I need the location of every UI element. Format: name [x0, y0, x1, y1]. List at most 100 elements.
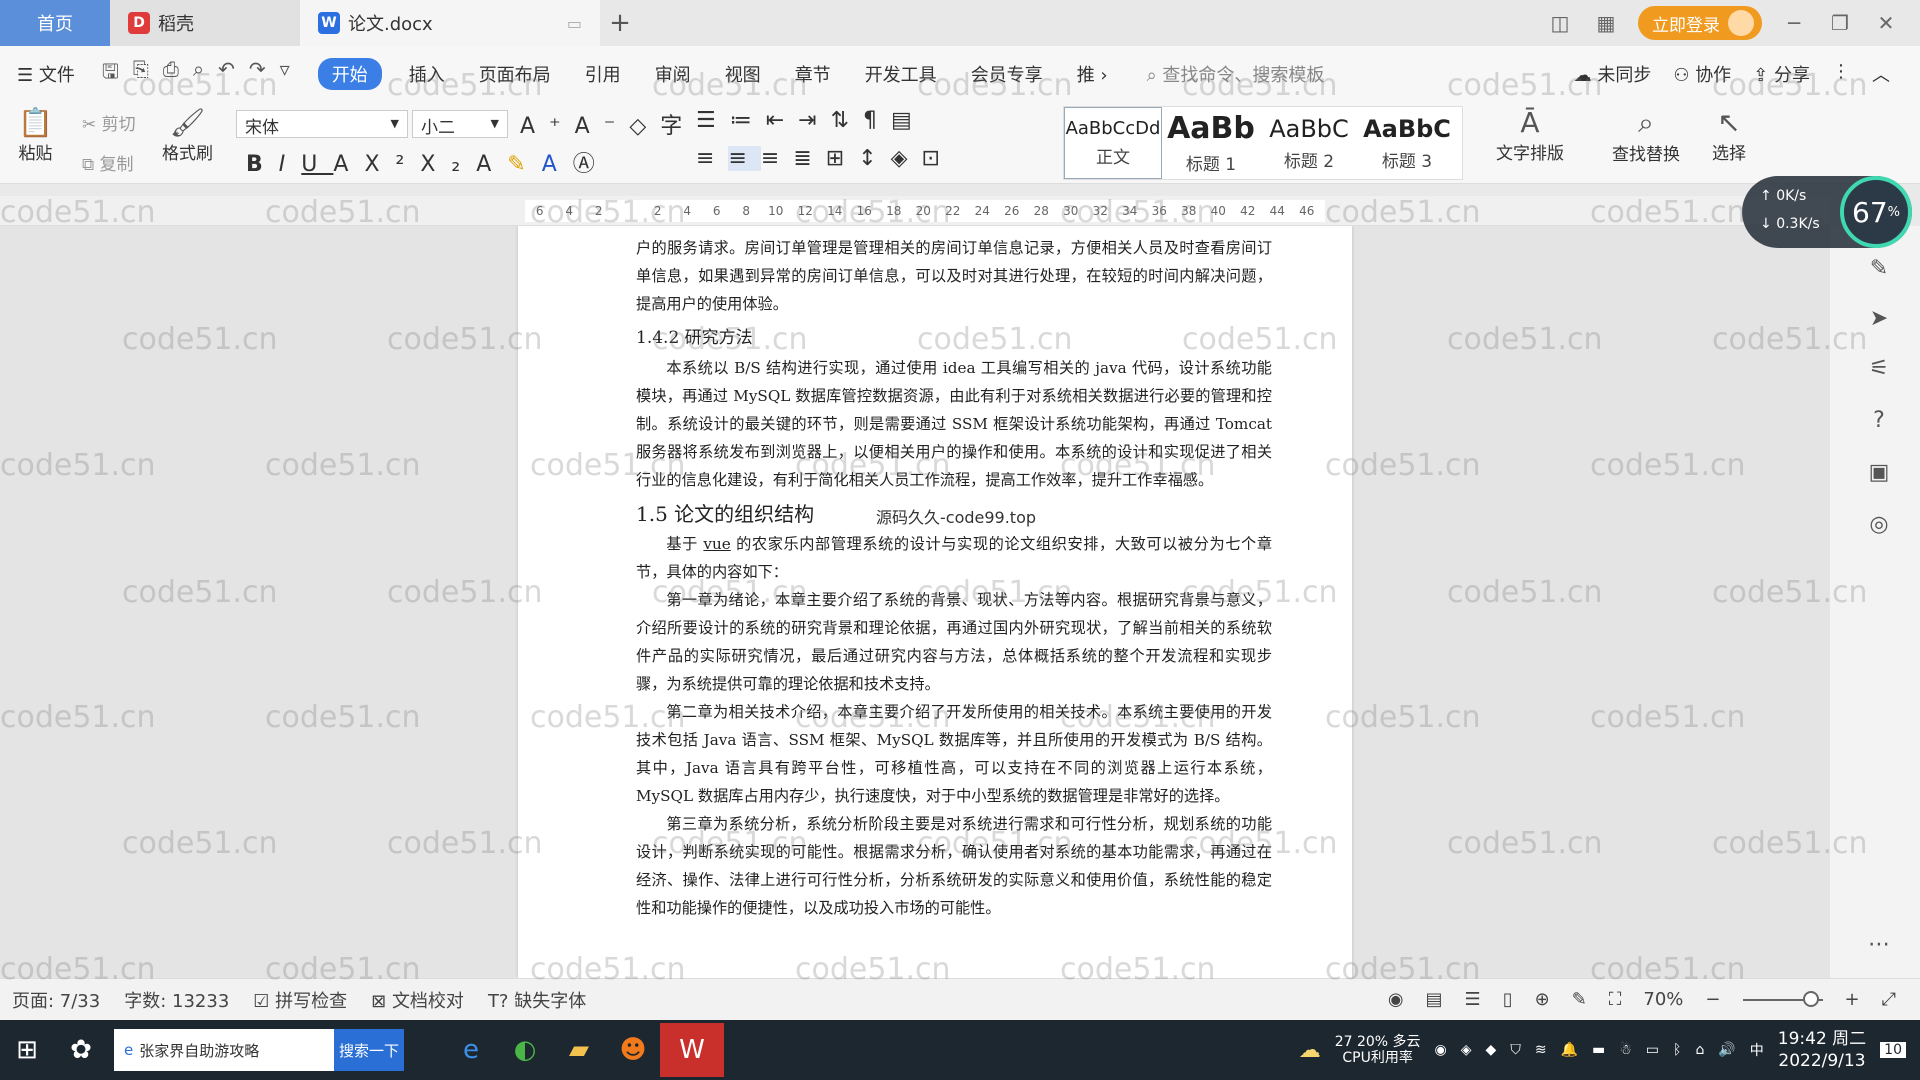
preview-icon[interactable]: ⌕ [193, 57, 204, 91]
cut-button[interactable]: ✂ 剪切 [82, 110, 136, 135]
menu-devtools[interactable]: 开发工具 [848, 61, 954, 87]
tray-icon-1[interactable]: ◉ [1435, 1042, 1447, 1058]
new-tab-button[interactable]: + [600, 0, 640, 46]
bold-icon[interactable]: B [246, 152, 279, 177]
penguin-icon[interactable]: ☃ [1619, 1042, 1632, 1058]
restore-icon[interactable]: ❐ [1826, 11, 1854, 35]
wifi-icon[interactable]: ≋ [1535, 1042, 1547, 1058]
pointer-icon[interactable]: ➤ [1866, 306, 1892, 332]
menu-layout[interactable]: 页面布局 [462, 61, 568, 87]
menu-start[interactable]: 开始 [317, 58, 382, 90]
border-icon[interactable]: ⊡ [922, 146, 954, 171]
page-indicator[interactable]: 页面: 7/33 [0, 987, 112, 1013]
underline-icon[interactable]: U [301, 152, 333, 177]
text-layout-button[interactable]: Ā 文字排版 [1496, 106, 1564, 164]
font-name-select[interactable]: 宋体 ▼ [236, 110, 408, 138]
style-normal[interactable]: AaBbCcDd 正文 [1064, 107, 1162, 179]
highlight-icon[interactable]: ✎ [507, 152, 541, 177]
justify-icon[interactable]: ≣ [793, 146, 825, 171]
table-icon[interactable]: ▤ [891, 108, 926, 133]
grow-font-icon[interactable]: A⁺ [520, 114, 575, 139]
image-icon[interactable]: ▣ [1866, 460, 1892, 486]
share-button[interactable]: ⇪ 分享 [1753, 61, 1810, 87]
weather-icon[interactable]: ☁ [1299, 1038, 1321, 1063]
eye-protect-icon[interactable]: ◉ [1388, 989, 1404, 1010]
font-color-icon[interactable]: A [542, 152, 573, 177]
usb-icon[interactable]: ⌂ [1695, 1042, 1704, 1058]
text-effect-icon[interactable]: A [476, 152, 507, 177]
battery-icon[interactable]: ▭ [1646, 1042, 1659, 1058]
read-view-icon[interactable]: ▯ [1503, 989, 1513, 1010]
bell-icon[interactable]: 🔔 [1561, 1042, 1578, 1058]
collapse-icon[interactable]: ︿ [1872, 61, 1890, 87]
tray-icon-3[interactable]: ◆ [1486, 1042, 1497, 1058]
select-button[interactable]: ↖ 选择 [1712, 106, 1746, 164]
menu-chapter[interactable]: 章节 [778, 61, 848, 87]
print-icon[interactable]: ⎙ [163, 57, 179, 91]
phonetic-icon[interactable]: 字 [660, 114, 696, 139]
document-content[interactable]: 户的服务请求。房间订单管理是管理相关的房间订单信息记录，方便相关人员及时查看房间… [636, 234, 1272, 922]
menu-recommend[interactable]: 推 › [1060, 61, 1125, 87]
speed-widget[interactable]: ↑ 0K/s ↓ 0.3K/s 67% [1742, 176, 1912, 248]
screen-icon[interactable]: ▭ [567, 14, 582, 33]
outline-view-icon[interactable]: ☰ [1465, 989, 1481, 1010]
apps-grid-icon[interactable]: ▦ [1592, 11, 1620, 35]
weather-widget[interactable]: 27 20% 多云 CPU利用率 [1335, 1034, 1421, 1066]
strike-icon[interactable]: A [333, 152, 364, 177]
browser-icon[interactable]: ◐ [498, 1023, 552, 1077]
clear-format-icon[interactable]: ◇ [629, 114, 660, 139]
superscript-icon[interactable]: X² [364, 152, 420, 177]
zoom-slider-knob[interactable] [1802, 990, 1819, 1007]
menu-file[interactable]: ☰ 文件 [0, 61, 92, 87]
align-right-icon[interactable]: ≡ [761, 146, 793, 171]
menu-member[interactable]: 会员专享 [954, 61, 1060, 87]
save-icon[interactable]: 🖫 [102, 57, 119, 91]
notification-button[interactable]: 10 [1880, 1042, 1906, 1058]
tray-icon-4[interactable]: ▬ [1592, 1042, 1605, 1058]
format-painter-button[interactable]: 🖌 格式刷 [162, 106, 213, 164]
numbering-icon[interactable]: ≔ [730, 108, 766, 133]
taskbar-search-input[interactable]: e 张家界自助游攻略 [114, 1029, 334, 1071]
help-icon[interactable]: ? [1866, 408, 1892, 434]
more-icon[interactable]: ⋮ [1832, 61, 1850, 87]
style-heading3[interactable]: AaBbC 标题 3 [1358, 107, 1456, 179]
ie-icon[interactable]: e [444, 1023, 498, 1077]
collab-button[interactable]: ⚇ 协作 [1673, 61, 1731, 87]
align-center-icon[interactable]: ≡ [728, 146, 761, 171]
folder-icon[interactable]: ▰ [552, 1023, 606, 1077]
ruler-scale[interactable]: 6 4 2 2 4 6 8 10 12 14 16 18 20 22 24 26 28 30 32 34 36 38 40 4… [525, 200, 1325, 222]
find-replace-button[interactable]: ⌕ 查找替换 [1612, 106, 1680, 165]
document-page[interactable]: 户的服务请求。房间订单管理是管理相关的房间订单信息记录，方便相关人员及时查看房间… [518, 226, 1352, 978]
ime-indicator[interactable]: 中 [1750, 1040, 1764, 1060]
copy-button[interactable]: ⧉ 复制 [82, 150, 134, 175]
zoom-slider[interactable] [1742, 990, 1823, 1007]
font-size-select[interactable]: 小二 ▼ [412, 110, 508, 138]
assistant-icon[interactable]: ✿ [54, 1023, 108, 1077]
tab-home[interactable]: 首页 [0, 0, 110, 46]
sort-icon[interactable]: ⇅ [831, 108, 863, 133]
align-left-icon[interactable]: ≡ [696, 146, 728, 171]
login-button[interactable]: 立即登录 [1638, 6, 1762, 40]
fullscreen-icon[interactable]: ⤢ [1882, 989, 1896, 1010]
page-view-icon[interactable]: ▤ [1426, 989, 1443, 1010]
menu-insert[interactable]: 插入 [392, 61, 462, 87]
clock[interactable]: 19:42 周二 2022/9/13 [1778, 1028, 1866, 1072]
compass-icon[interactable]: ◎ [1866, 512, 1892, 538]
subscript-icon[interactable]: X₂ [420, 152, 476, 177]
layout-icon[interactable]: ◫ [1546, 11, 1574, 35]
taskbar-search-button[interactable]: 搜索一下 [334, 1029, 404, 1071]
web-view-icon[interactable]: ⊕ [1535, 989, 1550, 1010]
spell-check-button[interactable]: ☑ 拼写检查 [241, 987, 359, 1013]
close-icon[interactable]: ✕ [1872, 11, 1900, 35]
shading-icon[interactable]: ◈ [891, 146, 922, 171]
italic-icon[interactable]: I [279, 152, 302, 177]
missing-font-button[interactable]: T? 缺失字体 [476, 987, 598, 1013]
windows-start-icon[interactable]: ⊞ [0, 1023, 54, 1077]
more-chevron-icon[interactable]: ▿ [280, 57, 290, 91]
proofread-button[interactable]: ⊠ 文档校对 [359, 987, 476, 1013]
bluetooth-icon[interactable]: ᛒ [1673, 1042, 1681, 1058]
indent-icon[interactable]: ⇥ [798, 108, 830, 133]
line-spacing-icon[interactable]: ↕ [858, 146, 890, 171]
minimize-icon[interactable]: ─ [1780, 11, 1808, 35]
zoom-out-icon[interactable]: − [1705, 989, 1720, 1010]
